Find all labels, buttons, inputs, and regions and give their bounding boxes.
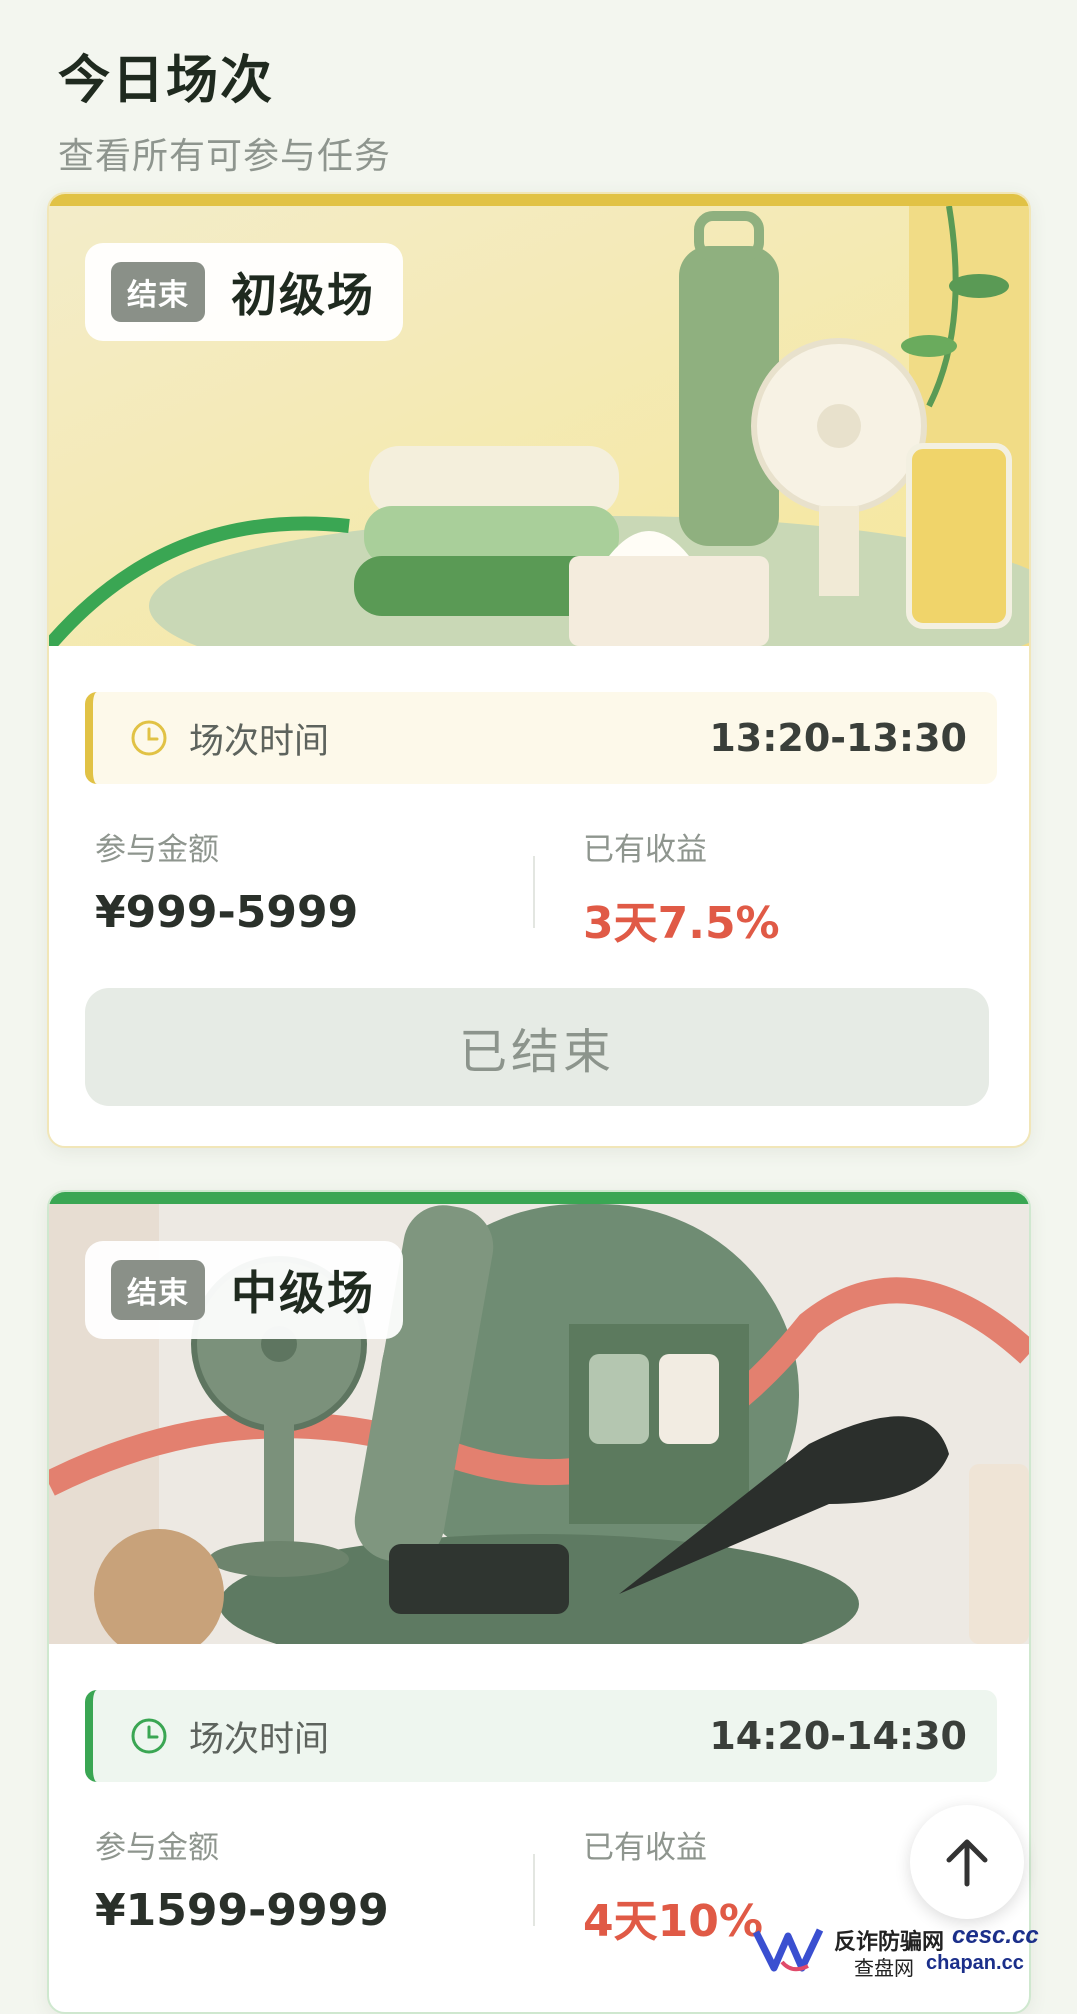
watermark-text-2: cesc.cc bbox=[952, 1922, 1039, 1949]
profit-label: 已有收益 bbox=[583, 832, 707, 868]
page-header: 今日场次 查看所有可参与任务 bbox=[58, 38, 391, 179]
time-value: 13:20-13:30 bbox=[709, 716, 967, 760]
amount-label: 参与金额 bbox=[95, 832, 219, 868]
page-subtitle: 查看所有可参与任务 bbox=[58, 136, 392, 177]
session-time-box: 场次时间 13:20-13:30 bbox=[85, 692, 997, 784]
amount-value: ¥999-5999 bbox=[95, 887, 359, 938]
profit-label: 已有收益 bbox=[583, 1830, 707, 1866]
status-badge: 结束 bbox=[111, 262, 205, 322]
time-value: 14:20-14:30 bbox=[709, 1714, 967, 1758]
session-stats: 参与金额 ¥999-5999 已有收益 3天7.5% bbox=[95, 824, 995, 949]
back-to-top-button[interactable] bbox=[910, 1805, 1024, 1919]
amount-value: ¥1599-9999 bbox=[95, 1885, 389, 1936]
clock-icon bbox=[131, 720, 167, 756]
profit-value: 4天10% bbox=[583, 1896, 763, 1947]
session-level: 中级场 bbox=[231, 1266, 375, 1320]
watermark-logo bbox=[752, 1928, 824, 1972]
time-label: 场次时间 bbox=[189, 1719, 330, 1760]
session-card-intermediate[interactable]: 结束 中级场 场次时间 14:20-14:30 参与金额 ¥1599-9999 … bbox=[47, 1190, 1031, 2014]
watermark-text-3: 查盘网 bbox=[854, 1958, 914, 1980]
session-card-beginner[interactable]: 结束 初级场 场次时间 13:20-13:30 参与金额 ¥999-5999 已… bbox=[47, 192, 1031, 1148]
session-title-pill: 结束 初级场 bbox=[85, 243, 403, 341]
page-title: 今日场次 bbox=[58, 51, 275, 111]
amount-stat: 参与金额 ¥1599-9999 bbox=[95, 1822, 389, 1936]
profit-value: 3天7.5% bbox=[583, 898, 780, 949]
amount-label: 参与金额 bbox=[95, 1830, 219, 1866]
stats-divider bbox=[533, 1854, 535, 1926]
status-badge: 结束 bbox=[111, 1260, 205, 1320]
watermark-text-4: chapan.cc bbox=[926, 1952, 1024, 1974]
session-level: 初级场 bbox=[231, 268, 375, 322]
session-title-pill: 结束 中级场 bbox=[85, 1241, 403, 1339]
arrow-up-icon bbox=[946, 1839, 988, 1887]
profit-stat: 已有收益 3天7.5% bbox=[583, 824, 780, 951]
card-accent-bar bbox=[49, 194, 1029, 206]
time-label: 场次时间 bbox=[189, 721, 330, 762]
ended-button[interactable]: 已结束 bbox=[85, 988, 989, 1106]
product-image: 结束 初级场 bbox=[49, 206, 1029, 646]
clock-icon bbox=[131, 1718, 167, 1754]
profit-stat: 已有收益 4天10% bbox=[583, 1822, 763, 1949]
amount-stat: 参与金额 ¥999-5999 bbox=[95, 824, 358, 938]
stats-divider bbox=[533, 856, 535, 928]
session-time-box: 场次时间 14:20-14:30 bbox=[85, 1690, 997, 1782]
watermark: 反诈防骗网 cesc.cc 查盘网 chapan.cc bbox=[752, 1922, 1062, 1982]
product-image: 结束 中级场 bbox=[49, 1204, 1029, 1644]
card-accent-bar bbox=[49, 1192, 1029, 1204]
